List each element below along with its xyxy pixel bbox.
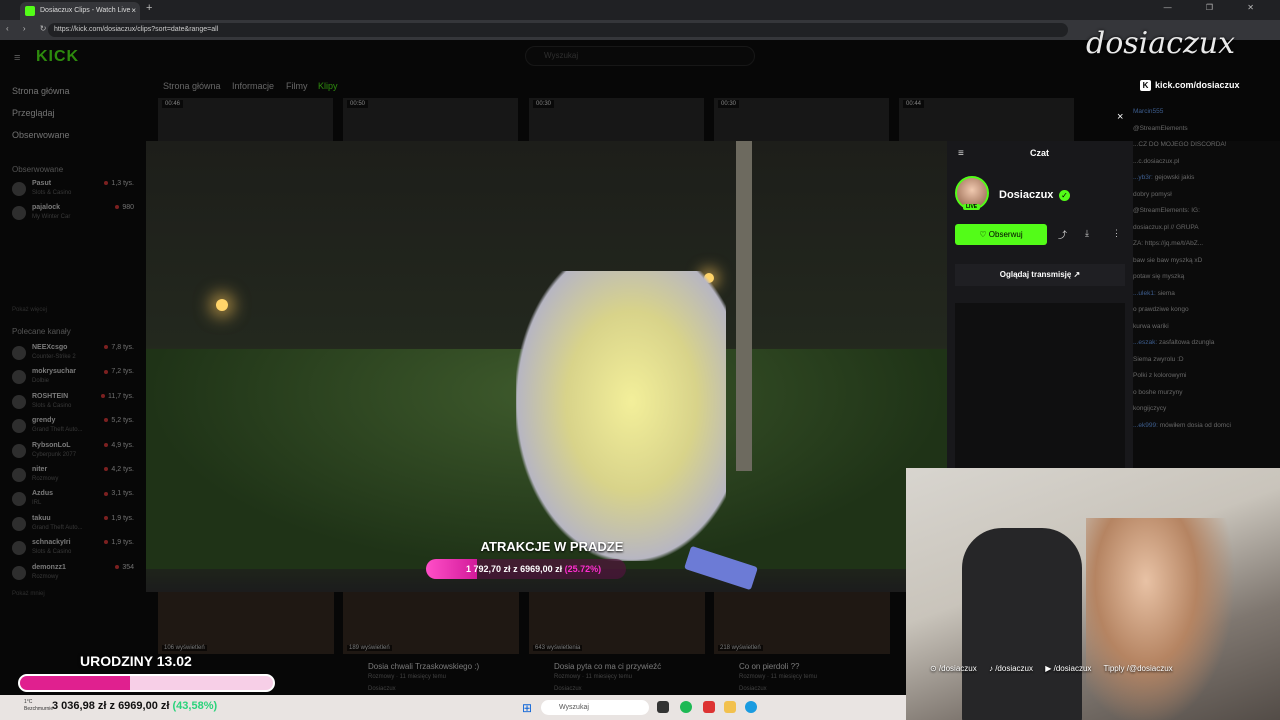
close-icon[interactable]: × — [1117, 111, 1123, 123]
kick-icon: K — [1140, 80, 1151, 91]
goal-target: 6969,00 zł — [520, 564, 563, 574]
tiktok-handle: ♪ /dosiaczux — [988, 664, 1033, 673]
edge-icon[interactable] — [745, 701, 757, 713]
weather-desc: Bezchmurnie — [24, 706, 54, 712]
goal-amount: 1 792,70 zł z 6969,00 zł (25.72%) — [466, 564, 601, 574]
kick-favicon-icon — [25, 6, 35, 16]
tab-title: Dosiaczux Clips - Watch Live — [40, 7, 131, 14]
brand-url-text: kick.com/dosiaczux — [1155, 80, 1240, 90]
live-badge: LIVE — [963, 204, 981, 210]
goal-percent: (25.72%) — [564, 564, 602, 574]
brand-logo: dosiaczux — [1086, 26, 1235, 61]
money-percent: (43,58%) — [172, 700, 218, 712]
birthday-progress-bar — [18, 674, 275, 692]
browser-tab[interactable]: Dosiaczux Clips - Watch Live × — [20, 2, 140, 20]
nav-buttons[interactable]: ‹ › ↻ — [6, 24, 52, 33]
street-lamp — [216, 299, 228, 311]
new-tab-button[interactable]: + — [146, 2, 152, 14]
brand-url: Kkick.com/dosiaczux — [1140, 80, 1240, 91]
spotify-icon[interactable] — [680, 701, 692, 713]
weather-widget[interactable]: 1°C Bezchmurnie — [24, 699, 53, 713]
tab-close-icon[interactable]: × — [131, 2, 136, 20]
panel-title: Czat — [1030, 148, 1050, 158]
social-handles: ⊙ /dosiaczux ♪ /dosiaczux ▶ /dosiaczux T… — [930, 664, 1183, 673]
address-bar[interactable]: https://kick.com/dosiaczux/clips?sort=da… — [48, 23, 1068, 37]
money-target: 6969,00 zł — [118, 700, 170, 712]
streamer-name[interactable]: Dosiaczux — [999, 189, 1053, 201]
streamer-person — [1086, 518, 1236, 720]
panel-content-area — [955, 303, 1125, 468]
watch-stream-button[interactable]: Oglądaj transmisję ↗ — [955, 264, 1125, 286]
lamp-pole — [736, 141, 752, 471]
money-current: 3 036,98 zł — [52, 700, 107, 712]
taskbar-search[interactable]: Wyszukaj — [541, 700, 649, 715]
dancing-person — [516, 271, 726, 561]
folder-icon[interactable] — [724, 701, 736, 713]
window-controls[interactable]: — ❐ ✕ — [1164, 3, 1270, 12]
verified-icon: ✓ — [1059, 190, 1070, 201]
goal-current: 1 792,70 zł — [466, 564, 511, 574]
tipply-handle: Tipply /@dosiaczux — [1103, 664, 1173, 673]
collapse-icon[interactable]: ≡ — [958, 148, 964, 159]
donation-total: 3 036,98 zł z 6969,00 zł (43,58%) — [52, 700, 217, 712]
taskview-icon[interactable] — [657, 701, 669, 713]
weather-temp: 1°C — [24, 699, 33, 705]
app-icon[interactable] — [703, 701, 715, 713]
youtube-handle: ▶ /dosiaczux — [1045, 664, 1092, 673]
clip-video-player[interactable]: ATRAKCJE W PRADZE 1 792,70 zł z 6969,00 … — [146, 141, 948, 592]
share-icon[interactable]: ⤴ — [1058, 228, 1067, 241]
goal-title: ATRAKCJE W PRADZE — [480, 539, 624, 554]
follow-button[interactable]: ♡ Obserwuj — [955, 224, 1047, 245]
money-sep: z — [109, 700, 116, 712]
webcam-feed — [906, 468, 1280, 720]
goal-sep: z — [513, 564, 518, 574]
more-icon[interactable]: ⋮ — [1112, 228, 1121, 239]
download-icon[interactable]: ⤓ — [1085, 228, 1089, 239]
gaming-chair — [962, 528, 1082, 720]
start-icon[interactable]: ⊞ — [522, 701, 532, 715]
instagram-handle: ⊙ /dosiaczux — [930, 664, 977, 673]
browser-tabbar — [0, 0, 1280, 20]
birthday-goal-title: URODZINY 13.02 — [80, 653, 192, 669]
birthday-progress-fill — [20, 676, 131, 690]
